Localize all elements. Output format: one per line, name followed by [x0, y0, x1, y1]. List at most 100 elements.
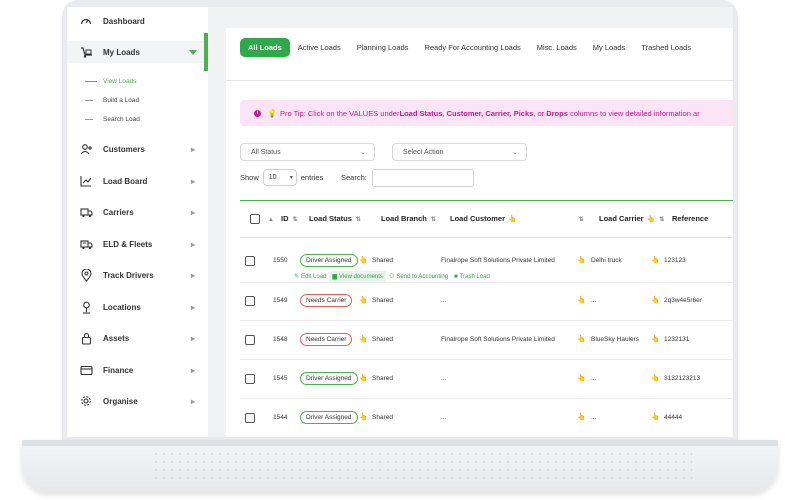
sidebar-item-track-drivers[interactable]: Track Drivers ▸ [67, 264, 208, 286]
row-customer[interactable]: Finalrope Soft Solutions Private Limited [441, 336, 555, 343]
status-badge[interactable]: Needs Carrier [300, 333, 353, 346]
row-carrier[interactable]: Delhi truck [591, 257, 622, 264]
sidebar-item-label: ELD & Fleets [103, 239, 153, 249]
tab-all-loads[interactable]: All Loads [240, 37, 290, 57]
entries-select[interactable]: 10 ▾ [262, 168, 297, 186]
sidebar-item-label: Assets [103, 333, 130, 343]
tab-trashed-loads[interactable]: Trashed Loads [633, 38, 699, 57]
row-checkbox[interactable] [245, 256, 255, 266]
row-carrier[interactable]: ... [591, 297, 596, 304]
entries-label: entries [300, 172, 324, 182]
divider [240, 237, 733, 238]
tab-planning-loads[interactable]: Planning Loads [349, 38, 417, 57]
column-header-load-carrier[interactable]: Load Carrier 👆 ⇅ [599, 214, 664, 223]
row-carrier[interactable]: BlueSky Haulers [591, 336, 639, 343]
row-reference: 1232131 [664, 336, 690, 343]
subitem-search-load[interactable]: Search Load [85, 116, 140, 123]
status-badge[interactable]: Driver Assigned [300, 254, 358, 267]
sidebar-item-finance[interactable]: Finance ▸ [67, 359, 208, 381]
row-branch: Shared [372, 257, 393, 264]
tab-my-loads[interactable]: My Loads [585, 38, 634, 57]
action-label: Trash Load [459, 273, 490, 280]
protip-text-mid: , or [533, 108, 547, 118]
sidebar: Dashboard My Loads View Loads Build a Lo… [67, 7, 208, 437]
sidebar-item-my-loads[interactable]: My Loads [67, 33, 208, 71]
lock-icon [79, 331, 93, 345]
sidebar-item-carriers[interactable]: Carriers ▸ [67, 201, 208, 223]
row-carrier[interactable]: ... [591, 375, 596, 382]
row-id: 1545 [273, 375, 288, 382]
trash-load-button[interactable]: ■ Trash Load [451, 271, 493, 282]
sidebar-item-eld-fleets[interactable]: ELD & Fleets ▸ [67, 233, 208, 255]
sidebar-item-dashboard[interactable]: Dashboard [67, 10, 208, 32]
laptop-hinge [22, 440, 778, 446]
view-documents-button[interactable]: ▆ View documents [329, 271, 386, 282]
row-checkbox[interactable] [245, 335, 255, 345]
row-checkbox[interactable] [245, 413, 255, 423]
column-header-load-status[interactable]: Load Status ⇅ [309, 214, 361, 223]
row-reference: 44444 [664, 414, 683, 421]
row-customer[interactable]: ... [441, 375, 446, 382]
chevron-right-icon: ▸ [191, 207, 196, 217]
sidebar-item-customers[interactable]: Customers ▸ [67, 138, 208, 160]
sidebar-item-label: Load Board [103, 176, 148, 186]
hand-pointer-icon: 👆 [651, 297, 660, 304]
sidebar-item-label: Carriers [103, 207, 134, 217]
status-filter-select[interactable]: All Status ⌄ [240, 143, 375, 161]
chevron-right-icon: ▸ [191, 270, 196, 280]
status-badge[interactable]: Driver Assigned [300, 372, 358, 385]
fleet-truck-icon [79, 237, 93, 251]
column-header-id[interactable]: ID ⇅ [281, 214, 298, 223]
chevron-down-icon: ⌄ [360, 149, 366, 156]
hand-pointer-icon: 👆 [577, 375, 586, 382]
edit-load-button[interactable]: ✎ Edit Load [291, 271, 329, 282]
row-checkbox[interactable] [245, 296, 255, 306]
chevron-down-icon: ⌄ [512, 149, 518, 156]
subitem-label: View Loads [103, 78, 137, 85]
status-badge[interactable]: Needs Carrier [300, 294, 353, 307]
truck-dolly-icon [79, 45, 93, 59]
header-label: ID [281, 214, 289, 223]
subitem-build-load[interactable]: Build a Load [85, 97, 139, 104]
gear-icon [79, 394, 93, 408]
status-filter-value: All Status [251, 148, 281, 156]
sidebar-item-load-board[interactable]: Load Board ▸ [67, 170, 208, 192]
sidebar-item-label: Locations [103, 302, 141, 312]
row-carrier[interactable]: ... [591, 414, 596, 421]
tab-ready-for-accounting[interactable]: Ready For Accounting Loads [416, 38, 528, 57]
pencil-icon: ✎ [294, 274, 300, 280]
sort-indicator[interactable]: ▲ [268, 214, 274, 223]
sidebar-item-locations[interactable]: Locations ▸ [67, 296, 208, 318]
subitem-view-loads[interactable]: View Loads [85, 78, 137, 85]
column-header-load-branch[interactable]: Load Branch ⇅ [381, 214, 436, 223]
search-label: Search: [341, 173, 367, 182]
tab-active-loads[interactable]: Active Loads [290, 38, 349, 57]
row-customer[interactable]: ... [441, 297, 446, 304]
column-header-load-customer[interactable]: Load Customer 👆 ⇅ [450, 214, 584, 223]
users-icon: ⚇ [388, 274, 395, 280]
row-actions: ✎ Edit Load ▆ View documents ⚇ Send to Acco… [291, 271, 493, 282]
row-customer[interactable]: Finalrope Soft Solutions Private Limited [441, 257, 555, 264]
app-screen: Dashboard My Loads View Loads Build a Lo… [67, 7, 733, 437]
hand-pointer-icon: 👆 [577, 336, 586, 343]
chevron-right-icon: ▸ [191, 365, 196, 375]
search-input[interactable] [372, 169, 474, 187]
sidebar-item-organise[interactable]: Organise ▸ [67, 390, 208, 412]
row-checkbox[interactable] [245, 374, 255, 384]
row-reference: 2q3w4e5r6er [664, 297, 702, 304]
column-header-reference[interactable]: Reference [672, 214, 708, 223]
action-select[interactable]: Select Action ⌄ [392, 143, 527, 161]
hand-pointer-icon: 👆 [651, 375, 660, 382]
select-all-checkbox[interactable] [250, 214, 260, 224]
hand-pointer-icon: 👆 [508, 216, 517, 223]
speedometer-icon [79, 14, 93, 28]
sidebar-item-assets[interactable]: Assets ▸ [67, 327, 208, 349]
status-badge[interactable]: Driver Assigned [300, 411, 358, 424]
hand-pointer-icon: 👆 [651, 336, 660, 343]
send-to-accounting-button[interactable]: ⚇ Send to Accounting [386, 271, 451, 282]
row-customer[interactable]: ... [441, 414, 446, 421]
tab-misc-loads[interactable]: Misc. Loads [529, 38, 585, 57]
header-label: Reference [672, 214, 709, 223]
header-label: Load Carrier [599, 214, 644, 223]
row-id: 1544 [273, 414, 288, 421]
